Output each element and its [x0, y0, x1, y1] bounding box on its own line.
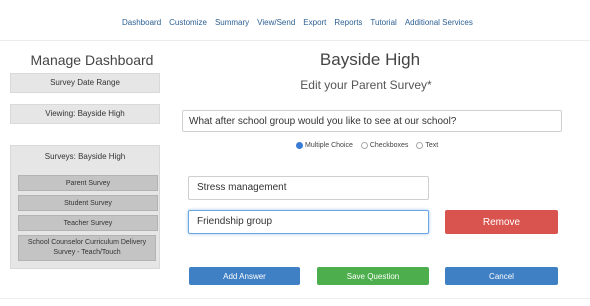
nav-links: Dashboard Customize Summary View/Send Ex… [122, 18, 473, 27]
cancel-button[interactable]: Cancel [445, 267, 558, 285]
radio-unselected-icon [416, 142, 424, 149]
nav-summary[interactable]: Summary [215, 18, 249, 27]
nav-additional-services[interactable]: Additional Services [405, 18, 473, 27]
survey-item-teacher[interactable]: Teacher Survey [18, 215, 158, 231]
sidebar-title: Manage Dashboard [30, 52, 154, 68]
question-type-selector: Multiple Choice Checkboxes Text [296, 142, 438, 149]
surveys-header: Surveys: Bayside High [44, 152, 126, 161]
survey-date-range[interactable]: Survey Date Range [10, 73, 160, 93]
nav-export[interactable]: Export [303, 18, 326, 27]
radio-selected-icon [296, 142, 303, 149]
radio-unselected-icon [360, 142, 368, 149]
answer-input-1[interactable]: Stress management [188, 176, 429, 200]
nav-view-send[interactable]: View/Send [257, 18, 295, 27]
survey-item-parent[interactable]: Parent Survey [18, 175, 158, 191]
save-question-button[interactable]: Save Question [317, 267, 429, 285]
nav-dashboard[interactable]: Dashboard [122, 18, 161, 27]
survey-item-counselor[interactable]: School Counselor Curriculum Delivery Sur… [18, 235, 156, 261]
radio-label: Text [425, 142, 439, 149]
radio-multiple-choice[interactable]: Multiple Choice [296, 142, 353, 149]
nav-tutorial[interactable]: Tutorial [370, 18, 396, 27]
top-nav: Dashboard Customize Summary View/Send Ex… [0, 0, 590, 41]
survey-item-student[interactable]: Student Survey [18, 195, 158, 211]
add-answer-button[interactable]: Add Answer [189, 267, 300, 285]
page-title: Bayside High [319, 50, 421, 69]
radio-checkboxes[interactable]: Checkboxes [360, 142, 409, 149]
radio-label: Checkboxes [369, 142, 409, 149]
viewing-selector[interactable]: Viewing: Bayside High [10, 104, 160, 124]
nav-reports[interactable]: Reports [334, 18, 362, 27]
radio-label: Multiple Choice [305, 142, 353, 149]
footer-divider [0, 298, 590, 299]
question-input[interactable]: What after school group would you like t… [182, 110, 562, 132]
page-subtitle: Edit your Parent Survey* [300, 78, 432, 92]
radio-text[interactable]: Text [416, 142, 438, 149]
nav-customize[interactable]: Customize [169, 18, 207, 27]
answer-input-2[interactable]: Friendship group [188, 210, 429, 234]
remove-button[interactable]: Remove [445, 210, 558, 234]
